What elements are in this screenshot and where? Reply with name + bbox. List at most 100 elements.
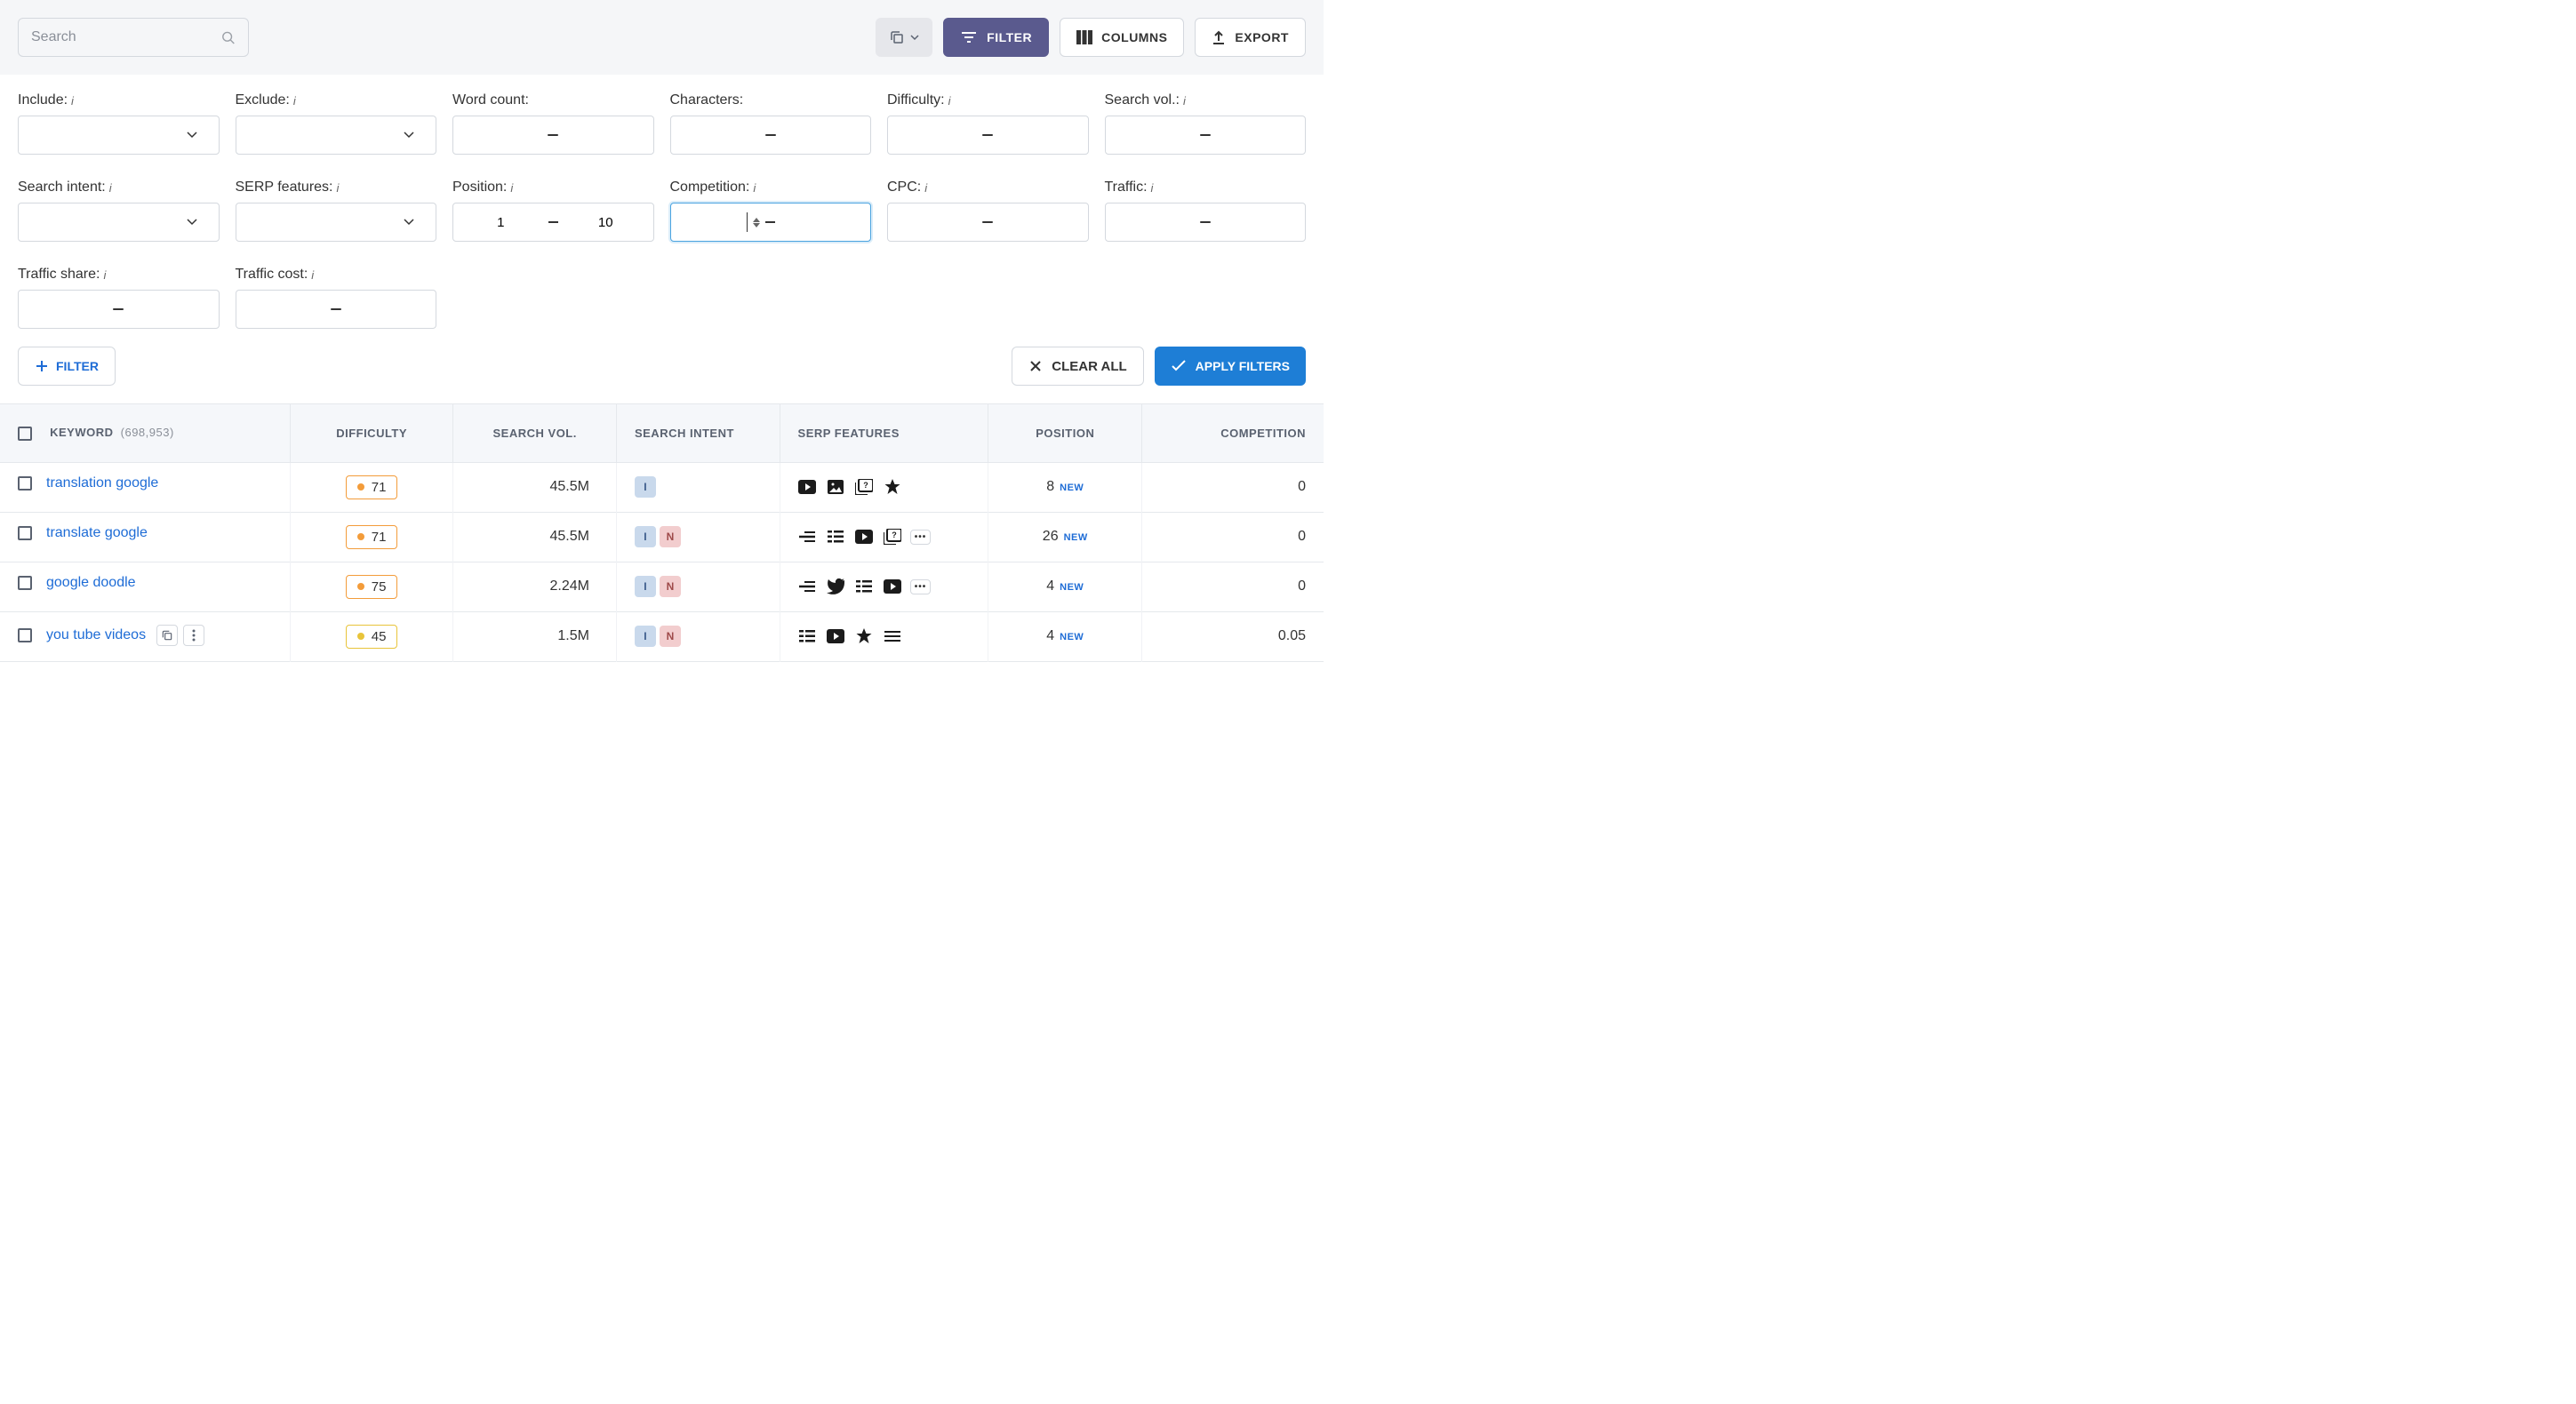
serp-star-icon: [884, 478, 901, 496]
serp-more-icon: •••: [912, 528, 930, 546]
filter-characters: Characters:: [670, 92, 872, 155]
filters-panel: Include:i Exclude:i Word count: Characte…: [0, 75, 1324, 338]
search-intent-cell: I: [616, 462, 780, 512]
search-vol-range[interactable]: [1105, 116, 1307, 155]
serp-video-icon: [798, 478, 816, 496]
row-checkbox[interactable]: [18, 526, 32, 540]
traffic-cost-range[interactable]: [236, 290, 437, 329]
add-filter-label: FILTER: [56, 359, 99, 373]
serp-features-cell: [780, 611, 988, 661]
chevron-down-icon: [404, 132, 414, 139]
export-label: EXPORT: [1235, 30, 1289, 44]
keyword-link[interactable]: translation google: [46, 475, 158, 491]
export-button[interactable]: EXPORT: [1195, 18, 1306, 57]
search-intent-label: Search intent:i: [18, 179, 220, 195]
word-count-range[interactable]: [452, 116, 654, 155]
serp-image-icon: [827, 478, 844, 496]
search-intent-cell: IN: [616, 611, 780, 661]
serp-snippet-icon: [798, 578, 816, 595]
table-row: translation google7145.5MI?8NEW0: [0, 462, 1324, 512]
characters-range[interactable]: [670, 116, 872, 155]
select-all-checkbox[interactable]: [18, 427, 32, 441]
search-input[interactable]: [31, 29, 220, 45]
columns-button[interactable]: COLUMNS: [1060, 18, 1184, 57]
difficulty-range[interactable]: [887, 116, 1089, 155]
filter-exclude: Exclude:i: [236, 92, 437, 155]
keyword-link[interactable]: google doodle: [46, 575, 136, 591]
columns-label: COLUMNS: [1101, 30, 1167, 44]
exclude-dropdown[interactable]: [236, 116, 437, 155]
table-row: google doodle752.24MIN•••4NEW0: [0, 562, 1324, 611]
search-intent-dropdown[interactable]: [18, 203, 220, 242]
close-icon: [1028, 359, 1043, 373]
row-checkbox[interactable]: [18, 576, 32, 590]
position-range[interactable]: [452, 203, 654, 242]
keyword-link[interactable]: translate google: [46, 525, 148, 541]
filter-traffic-cost: Traffic cost:i: [236, 267, 437, 329]
difficulty-cell: 71: [290, 512, 453, 562]
filter-button[interactable]: FILTER: [943, 18, 1049, 57]
difficulty-cell: 71: [290, 462, 453, 512]
add-filter-button[interactable]: FILTER: [18, 347, 116, 386]
difficulty-cell: 45: [290, 611, 453, 661]
intent-badge-i: I: [635, 626, 656, 647]
filter-word-count: Word count:: [452, 92, 654, 155]
filter-search-intent: Search intent:i: [18, 179, 220, 242]
competition-cell: 0: [1142, 562, 1324, 611]
intent-badge-i: I: [635, 476, 656, 498]
difficulty-badge: 71: [346, 525, 398, 549]
col-difficulty[interactable]: DIFFICULTY: [290, 404, 453, 463]
filter-difficulty: Difficulty:i: [887, 92, 1089, 155]
competition-range[interactable]: [670, 203, 872, 242]
apply-filters-button[interactable]: APPLY FILTERS: [1155, 347, 1306, 386]
table-header-row: KEYWORD (698,953) DIFFICULTY SEARCH VOL.…: [0, 404, 1324, 463]
search-box[interactable]: [18, 18, 249, 57]
competition-cell: 0: [1142, 512, 1324, 562]
row-checkbox[interactable]: [18, 628, 32, 642]
clear-all-label: CLEAR ALL: [1052, 359, 1126, 374]
serp-features-dropdown[interactable]: [236, 203, 437, 242]
traffic-range[interactable]: [1105, 203, 1307, 242]
col-keyword[interactable]: KEYWORD (698,953): [0, 404, 290, 463]
position-max-input[interactable]: [558, 215, 653, 230]
difficulty-badge: 45: [346, 625, 398, 649]
col-competition[interactable]: COMPETITION: [1142, 404, 1324, 463]
filter-position: Position:i: [452, 179, 654, 242]
copy-dropdown-button[interactable]: [876, 18, 932, 57]
table-row: you tube videos451.5MIN4NEW0.05: [0, 611, 1324, 661]
difficulty-badge: 71: [346, 475, 398, 499]
plus-icon: [35, 359, 49, 373]
cpc-range[interactable]: [887, 203, 1089, 242]
serp-sitelinks-icon: [855, 578, 873, 595]
clear-all-button[interactable]: CLEAR ALL: [1012, 347, 1143, 386]
keywords-table: KEYWORD (698,953) DIFFICULTY SEARCH VOL.…: [0, 403, 1324, 662]
new-badge: NEW: [1060, 582, 1084, 593]
col-serp-features[interactable]: SERP FEATURES: [780, 404, 988, 463]
search-vol-label: Search vol.:i: [1105, 92, 1307, 108]
position-label: Position:i: [452, 179, 654, 195]
col-search-vol[interactable]: SEARCH VOL.: [453, 404, 617, 463]
col-position[interactable]: POSITION: [988, 404, 1142, 463]
traffic-share-range[interactable]: [18, 290, 220, 329]
apply-filters-label: APPLY FILTERS: [1196, 359, 1290, 373]
col-search-intent[interactable]: SEARCH INTENT: [616, 404, 780, 463]
copy-keyword-button[interactable]: [156, 625, 178, 646]
intent-badge-n: N: [660, 526, 681, 547]
word-count-label: Word count:: [452, 92, 654, 108]
keyword-cell: translate google: [0, 513, 290, 554]
filter-icon: [960, 31, 978, 44]
exclude-label: Exclude:i: [236, 92, 437, 108]
filter-serp-features: SERP features:i: [236, 179, 437, 242]
row-menu-button[interactable]: [183, 625, 204, 646]
keyword-cell: google doodle: [0, 562, 290, 603]
top-bar: FILTER COLUMNS EXPORT: [0, 0, 1324, 75]
keyword-link[interactable]: you tube videos: [46, 627, 146, 643]
characters-label: Characters:: [670, 92, 872, 108]
row-checkbox[interactable]: [18, 476, 32, 491]
position-min-input[interactable]: [453, 215, 548, 230]
difficulty-badge: 75: [346, 575, 398, 599]
include-dropdown[interactable]: [18, 116, 220, 155]
keyword-cell: you tube videos: [0, 612, 290, 658]
serp-sitelinks-icon: [798, 627, 816, 645]
serp-video-icon: [855, 528, 873, 546]
